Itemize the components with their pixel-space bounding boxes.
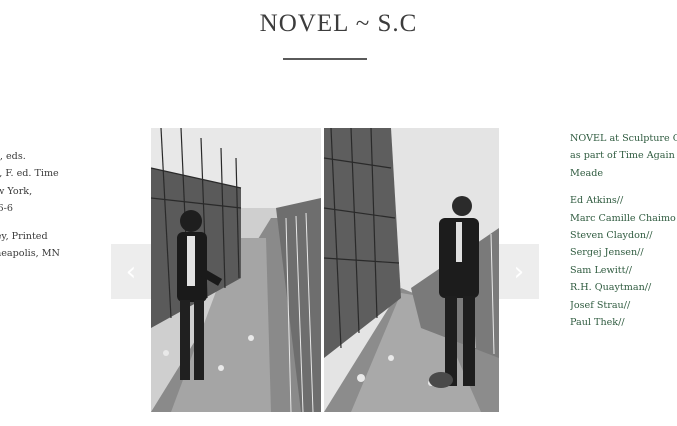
exhibition-link[interactable]: NOVEL at Sculpture C [570,130,677,147]
left-text-line: , New York, [0,185,33,197]
slideshow-image[interactable] [151,128,499,412]
left-text-line: Minneapolis, MN [0,248,60,260]
page-title: NOVEL ~ S.C [259,10,418,37]
bridge-photograph [151,128,499,412]
artist-link[interactable]: Sam Lewitt// [570,262,677,279]
left-text-line: eade, F. ed. Time [0,168,59,180]
exhibition-link[interactable]: as part of Time Again [570,147,677,164]
artist-link[interactable]: R.H. Quaytman// [570,279,677,296]
artist-link[interactable]: Josef Strau// [570,297,677,314]
slideshow-prev-button[interactable]: ‹ [111,244,151,299]
artist-link[interactable]: Steven Claydon// [570,227,677,244]
left-text-column: s, M., eds. eade, F. ed. Time , New York… [0,148,116,262]
exhibition-link[interactable]: Meade [570,165,677,182]
title-divider [283,58,367,60]
slideshow-next-button[interactable]: › [499,244,539,299]
artist-link[interactable]: Ed Atkins// [570,192,677,209]
left-text-line: amsey, Printed [0,230,48,242]
artist-link[interactable]: Paul Thek// [570,314,677,331]
left-text-line: 955-6-6 [0,203,14,215]
right-text-column: NOVEL at Sculpture C as part of Time Aga… [570,130,677,331]
artist-link[interactable]: Marc Camille Chaimo [570,210,677,227]
artist-link[interactable]: Sergej Jensen// [570,244,677,261]
left-text-line: s, M., eds. [0,151,26,162]
